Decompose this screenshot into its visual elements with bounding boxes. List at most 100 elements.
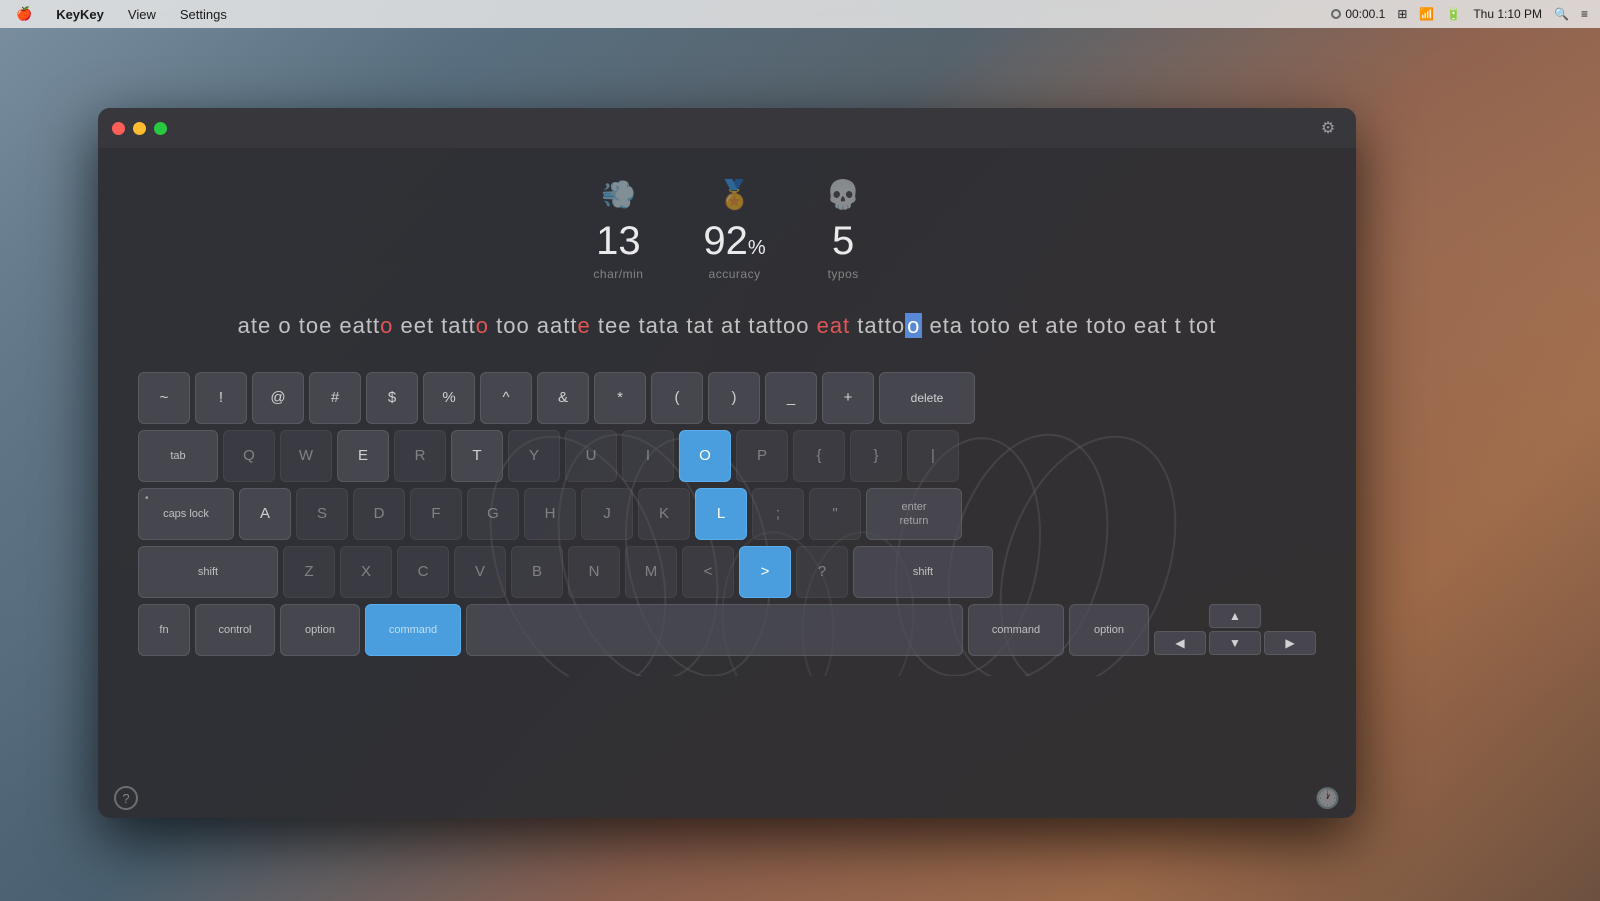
key-enter[interactable]: enter return [866, 488, 962, 540]
arrow-keys: ▲ ◀ ▼ ▶ [1154, 604, 1316, 655]
typos-label: typos [828, 267, 859, 281]
key-hash[interactable]: # [309, 372, 361, 424]
history-clock-icon[interactable]: 🕐 [1315, 786, 1340, 811]
help-button[interactable]: ? [114, 786, 138, 810]
key-c[interactable]: C [397, 546, 449, 598]
key-control[interactable]: control [195, 604, 275, 656]
key-arrow-left[interactable]: ◀ [1154, 631, 1206, 655]
key-arrow-up[interactable]: ▲ [1209, 604, 1261, 628]
app-window: ⚙ 💨 13 char/min 🏅 92% accuracy 💀 5 typos… [98, 108, 1356, 818]
search-icon[interactable]: 🔍 [1554, 7, 1569, 21]
key-delete[interactable]: delete [879, 372, 975, 424]
error-char-eat: eat [817, 313, 851, 338]
key-x[interactable]: X [340, 546, 392, 598]
grid-icon: ⊞ [1397, 7, 1407, 21]
accuracy-stat: 🏅 92% accuracy [703, 178, 765, 281]
key-o[interactable]: O [679, 430, 731, 482]
key-option-right[interactable]: option [1069, 604, 1149, 656]
key-h[interactable]: H [524, 488, 576, 540]
key-j[interactable]: J [581, 488, 633, 540]
key-p[interactable]: P [736, 430, 788, 482]
key-m[interactable]: M [625, 546, 677, 598]
keyboard-container: ~ ! @ # $ % ^ & * ( ) _ + delete tab Q W… [98, 362, 1356, 676]
bottom-bar: ? 🕐 [98, 778, 1356, 818]
typed-word-2: too aatt [489, 313, 578, 338]
key-r[interactable]: R [394, 430, 446, 482]
key-rparen[interactable]: ) [708, 372, 760, 424]
close-button[interactable] [112, 122, 125, 135]
key-lbrace[interactable]: { [793, 430, 845, 482]
record-indicator: 00:00.1 [1331, 7, 1385, 21]
key-fn[interactable]: fn [138, 604, 190, 656]
key-v[interactable]: V [454, 546, 506, 598]
key-b[interactable]: B [511, 546, 563, 598]
key-command-right[interactable]: command [968, 604, 1064, 656]
key-t[interactable]: T [451, 430, 503, 482]
key-underscore[interactable]: _ [765, 372, 817, 424]
traffic-lights [112, 122, 167, 135]
key-dollar[interactable]: $ [366, 372, 418, 424]
medal-icon: 🏅 [717, 178, 752, 211]
key-command-left[interactable]: command [365, 604, 461, 656]
key-pipe[interactable]: | [907, 430, 959, 482]
typed-word: eet tatt [393, 313, 475, 338]
settings-menu[interactable]: Settings [176, 5, 231, 24]
key-i[interactable]: I [622, 430, 674, 482]
remaining-text: eta toto et ate toto eat t tot [922, 313, 1216, 338]
app-name-menu[interactable]: KeyKey [52, 5, 108, 24]
minimize-button[interactable] [133, 122, 146, 135]
key-caret[interactable]: ^ [480, 372, 532, 424]
key-tab[interactable]: tab [138, 430, 218, 482]
key-lparen[interactable]: ( [651, 372, 703, 424]
key-z[interactable]: Z [283, 546, 335, 598]
menubar-left: 🍎 KeyKey View Settings [12, 4, 231, 24]
key-row-3: • caps lock A S D F G H J K L ; " enter … [138, 488, 1316, 540]
key-d[interactable]: D [353, 488, 405, 540]
key-l[interactable]: L [695, 488, 747, 540]
typed-word: ate o toe eatt [238, 313, 380, 338]
key-asterisk[interactable]: * [594, 372, 646, 424]
error-char-2: o [476, 313, 489, 338]
key-arrow-right[interactable]: ▶ [1264, 631, 1316, 655]
key-at[interactable]: @ [252, 372, 304, 424]
maximize-button[interactable] [154, 122, 167, 135]
key-shift-right[interactable]: shift [853, 546, 993, 598]
key-u[interactable]: U [565, 430, 617, 482]
battery-icon: 🔋 [1446, 7, 1461, 21]
key-a[interactable]: A [239, 488, 291, 540]
view-menu[interactable]: View [124, 5, 160, 24]
key-s[interactable]: S [296, 488, 348, 540]
key-option-left[interactable]: option [280, 604, 360, 656]
key-shift-left[interactable]: shift [138, 546, 278, 598]
key-arrow-down[interactable]: ▼ [1209, 631, 1261, 655]
list-icon[interactable]: ≡ [1581, 7, 1588, 21]
key-percent[interactable]: % [423, 372, 475, 424]
key-gt[interactable]: > [739, 546, 791, 598]
key-plus[interactable]: + [822, 372, 874, 424]
key-y[interactable]: Y [508, 430, 560, 482]
clock: Thu 1:10 PM [1473, 7, 1542, 21]
key-f[interactable]: F [410, 488, 462, 540]
key-space[interactable] [466, 604, 963, 656]
key-rbrace[interactable]: } [850, 430, 902, 482]
key-n[interactable]: N [568, 546, 620, 598]
key-ampersand[interactable]: & [537, 372, 589, 424]
key-row-2: tab Q W E R T Y U I O P { } | [138, 430, 1316, 482]
key-q[interactable]: Q [223, 430, 275, 482]
typed-word-3: tee tata tat at tattoo [591, 313, 817, 338]
key-quote[interactable]: " [809, 488, 861, 540]
key-lt[interactable]: < [682, 546, 734, 598]
stats-area: 💨 13 char/min 🏅 92% accuracy 💀 5 typos [98, 148, 1356, 301]
key-g[interactable]: G [467, 488, 519, 540]
gear-button[interactable]: ⚙ [1314, 114, 1342, 142]
key-semicolon[interactable]: ; [752, 488, 804, 540]
key-tilde[interactable]: ~ [138, 372, 190, 424]
speed-stat: 💨 13 char/min [593, 178, 643, 281]
key-w[interactable]: W [280, 430, 332, 482]
key-question[interactable]: ? [796, 546, 848, 598]
key-k[interactable]: K [638, 488, 690, 540]
key-e[interactable]: E [337, 430, 389, 482]
apple-menu[interactable]: 🍎 [12, 4, 36, 24]
key-caps-lock[interactable]: • caps lock [138, 488, 234, 540]
key-exclaim[interactable]: ! [195, 372, 247, 424]
